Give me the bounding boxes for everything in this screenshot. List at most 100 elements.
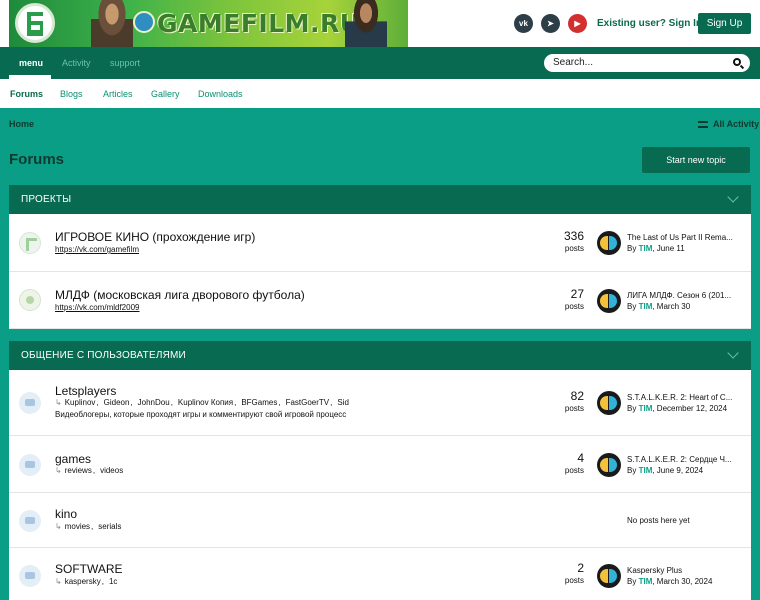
subforum-link[interactable]: kaspersky	[65, 577, 101, 586]
post-count: 27	[570, 287, 584, 301]
subforum-link[interactable]: videos	[100, 466, 123, 475]
category-header[interactable]: ПРОЕКТЫ	[9, 185, 751, 214]
telegram-icon[interactable]: ➤	[541, 14, 560, 33]
start-new-topic-button[interactable]: Start new topic	[642, 147, 750, 173]
subnav-gallery[interactable]: Gallery	[151, 89, 180, 99]
category-title: ПРОЕКТЫ	[21, 194, 72, 205]
site-name: GAMEFILM.RU	[157, 9, 361, 38]
last-post-user[interactable]: TIM	[639, 404, 653, 413]
tab-support[interactable]: support	[110, 58, 140, 68]
last-post-meta: By TIM, March 30	[627, 302, 690, 311]
last-post-date: , June 9, 2024	[652, 466, 704, 475]
subforum-link[interactable]: BFGames	[241, 398, 277, 407]
activity-icon	[698, 121, 708, 128]
post-count-label: posts	[564, 576, 584, 585]
subforum-arrow-icon: ↳	[55, 522, 62, 531]
subforum-link[interactable]: JohnDou	[138, 398, 170, 407]
post-count-label: posts	[564, 244, 584, 253]
forum-title[interactable]: SOFTWARE	[55, 562, 123, 576]
sign-up-button[interactable]: Sign Up	[698, 13, 751, 34]
last-post-meta: By TIM, December 12, 2024	[627, 404, 727, 413]
last-post-date: , December 12, 2024	[652, 404, 728, 413]
forum-chat-icon	[19, 565, 41, 587]
no-posts-text: No posts here yet	[627, 516, 690, 525]
forum-row: kino ↳ movies, serials No posts here yet	[9, 493, 751, 548]
forum-row: ИГРОВОЕ КИНО (прохождение игр) https://v…	[9, 214, 751, 272]
subforum-link[interactable]: Kuplinov	[65, 398, 96, 407]
forum-chat-icon	[19, 392, 41, 414]
category-title: ОБЩЕНИЕ С ПОЛЬЗОВАТЕЛЯМИ	[21, 350, 186, 361]
last-post-user[interactable]: TIM	[639, 302, 653, 311]
last-post-user[interactable]: TIM	[639, 466, 653, 475]
subnav-articles[interactable]: Articles	[103, 89, 133, 99]
post-count-label: posts	[564, 302, 584, 311]
subforum-link[interactable]: 1c	[109, 577, 117, 586]
forum-row: Letsplayers ↳ Kuplinov, Gideon, JohnDou, Kup…	[9, 370, 751, 436]
youtube-icon[interactable]: ▶	[568, 14, 587, 33]
post-count-label: posts	[564, 466, 584, 475]
last-post-user[interactable]: TIM	[639, 577, 653, 586]
post-count: 2	[577, 561, 584, 575]
last-post-title[interactable]: Kaspersky Plus	[627, 566, 743, 575]
forum-link[interactable]: https://vk.com/gamefilm	[55, 245, 139, 254]
by-label: By	[627, 244, 637, 253]
avatar[interactable]	[597, 453, 621, 477]
tab-menu[interactable]: menu	[19, 58, 43, 68]
by-label: By	[627, 577, 637, 586]
last-post-title[interactable]: S.T.A.L.K.E.R. 2: Heart of C...	[627, 393, 743, 402]
post-count-label: posts	[564, 404, 584, 413]
forum-row: games ↳ reviews, videos 4 posts S.T.A.L.K.…	[9, 436, 751, 493]
subforum-link[interactable]: serials	[98, 522, 121, 531]
chevron-down-icon[interactable]	[727, 347, 739, 359]
site-logo-icon	[15, 3, 55, 43]
forum-title[interactable]: Letsplayers	[55, 384, 116, 398]
forum-logo-icon	[19, 289, 41, 311]
forum-title[interactable]: games	[55, 452, 91, 466]
secondary-nav: Forums Blogs Articles Gallery Downloads	[0, 79, 760, 108]
forum-chat-icon	[19, 454, 41, 476]
subnav-forums[interactable]: Forums	[10, 89, 43, 99]
last-post-meta: By TIM, March 30, 2024	[627, 577, 712, 586]
breadcrumb[interactable]: Home	[9, 119, 34, 129]
subforum-link[interactable]: Gideon	[104, 398, 130, 407]
subforum-link[interactable]: reviews	[65, 466, 92, 475]
forum-logo-icon	[19, 232, 41, 254]
banner-character-image	[345, 0, 387, 47]
sign-in-label: Existing user? Sign In	[597, 18, 703, 29]
vk-icon[interactable]: vk	[514, 14, 533, 33]
forum-title[interactable]: kino	[55, 507, 77, 521]
subnav-downloads[interactable]: Downloads	[198, 89, 243, 99]
last-post-date: , June 11	[652, 244, 685, 253]
subforum-arrow-icon: ↳	[55, 577, 62, 586]
avatar[interactable]	[597, 231, 621, 255]
forum-title[interactable]: ИГРОВОЕ КИНО (прохождение игр)	[55, 230, 255, 244]
category-header[interactable]: ОБЩЕНИЕ С ПОЛЬЗОВАТЕЛЯМИ	[9, 341, 751, 370]
forum-row: SOFTWARE ↳ kaspersky, 1c 2 posts Kaspersky…	[9, 548, 751, 600]
chevron-down-icon[interactable]	[727, 191, 739, 203]
last-post-title[interactable]: The Last of Us Part II Rema...	[627, 233, 743, 242]
site-banner[interactable]: GAMEFILM.RU	[9, 0, 408, 47]
tab-activity[interactable]: Activity	[62, 58, 91, 68]
last-post-user[interactable]: TIM	[639, 244, 653, 253]
subforum-link[interactable]: movies	[65, 522, 90, 531]
search-icon[interactable]	[733, 58, 741, 66]
forum-title[interactable]: МЛДФ (московская лига дворового футбола)	[55, 288, 305, 302]
subforum-link[interactable]: FastGoerTV	[286, 398, 330, 407]
search-input[interactable]: Search...	[544, 54, 750, 72]
subnav-blogs[interactable]: Blogs	[60, 89, 83, 99]
last-post-title[interactable]: ЛИГА МЛДФ. Сезон 6 (201...	[627, 291, 743, 300]
subforum-list: ↳ kaspersky, 1c	[55, 577, 118, 586]
sign-in-link[interactable]: Existing user? Sign In ▾	[597, 18, 710, 29]
by-label: By	[627, 404, 637, 413]
forum-chat-icon	[19, 510, 41, 532]
subforum-link[interactable]: Sid	[337, 398, 349, 407]
avatar[interactable]	[597, 564, 621, 588]
all-activity-link[interactable]: All Activity	[698, 119, 759, 129]
forum-link[interactable]: https://vk.com/mldf2009	[55, 303, 139, 312]
avatar[interactable]	[597, 289, 621, 313]
avatar[interactable]	[597, 391, 621, 415]
last-post-date: , March 30, 2024	[652, 577, 713, 586]
subforum-link[interactable]: Kuplinov Копия	[178, 398, 233, 407]
last-post-title[interactable]: S.T.A.L.K.E.R. 2: Сердце Ч...	[627, 455, 743, 464]
page-title: Forums	[9, 151, 65, 168]
